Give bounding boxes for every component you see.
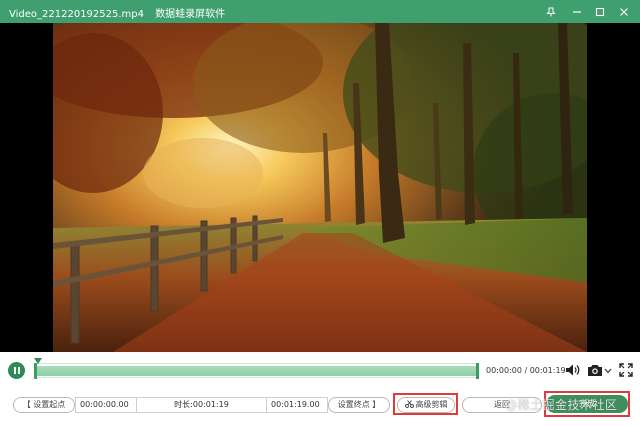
- trim-toolbar: 【 设置起点 00:00:00.00 时长:00:01:19 00:01:19.…: [0, 390, 640, 426]
- speaker-icon: [566, 364, 580, 376]
- camera-icon: [588, 365, 602, 376]
- timecode: 00:00:00 / 00:01:19: [486, 366, 566, 375]
- window-title: Video_221220192525.mp4 数据蛙录屏软件: [9, 5, 225, 20]
- watermark: @稀土掘金技术社区: [505, 398, 618, 412]
- advanced-edit-label: 高级剪辑: [415, 400, 448, 409]
- duration-value: 00:01:19: [192, 400, 229, 409]
- file-name: Video_221220192525.mp4: [9, 9, 144, 20]
- playhead[interactable]: [34, 358, 42, 364]
- advanced-edit-button[interactable]: 高级剪辑: [397, 397, 455, 413]
- video-player[interactable]: [0, 23, 640, 352]
- total-time: 00:01:19: [529, 366, 566, 375]
- snapshot-button[interactable]: [587, 363, 603, 380]
- expand-icon: [619, 363, 633, 377]
- end-time-field[interactable]: 00:01:19.00: [266, 397, 328, 413]
- maximize-icon: [595, 7, 605, 17]
- video-frame[interactable]: [53, 23, 587, 352]
- minimize-button[interactable]: [568, 3, 586, 20]
- trim-selection: [34, 366, 479, 376]
- trim-timeline[interactable]: [34, 358, 479, 379]
- current-time: 00:00:00: [486, 366, 522, 375]
- chevron-down-icon: [604, 368, 612, 374]
- maximize-button[interactable]: [591, 3, 609, 20]
- duration-label: 时长:: [174, 400, 193, 409]
- pin-button[interactable]: [542, 3, 560, 20]
- fullscreen-button[interactable]: [619, 363, 633, 380]
- pause-icon-bar-left: [14, 367, 16, 374]
- close-button[interactable]: [615, 3, 633, 20]
- app-name: 数据蛙录屏软件: [155, 9, 226, 20]
- title-bar: Video_221220192525.mp4 数据蛙录屏软件: [0, 0, 640, 23]
- minimize-icon: [573, 11, 581, 13]
- duration-display: 时长:00:01:19: [137, 397, 266, 413]
- snapshot-dropdown[interactable]: [604, 367, 612, 377]
- pin-icon: [546, 7, 556, 17]
- close-icon: [620, 8, 628, 16]
- scissors-icon: [404, 400, 414, 408]
- timecode-separator: /: [521, 366, 530, 375]
- set-end-button[interactable]: 设置终点 】: [328, 397, 390, 413]
- set-start-button[interactable]: 【 设置起点: [13, 397, 75, 413]
- trim-start-handle[interactable]: [34, 363, 37, 379]
- pause-button[interactable]: [8, 362, 25, 379]
- trim-end-handle[interactable]: [476, 363, 479, 379]
- volume-button[interactable]: [565, 363, 581, 380]
- pause-icon-bar-right: [18, 367, 20, 374]
- start-time-field[interactable]: 00:00:00.00: [75, 397, 137, 413]
- playback-controls: 00:00:00 / 00:01:19: [0, 352, 640, 390]
